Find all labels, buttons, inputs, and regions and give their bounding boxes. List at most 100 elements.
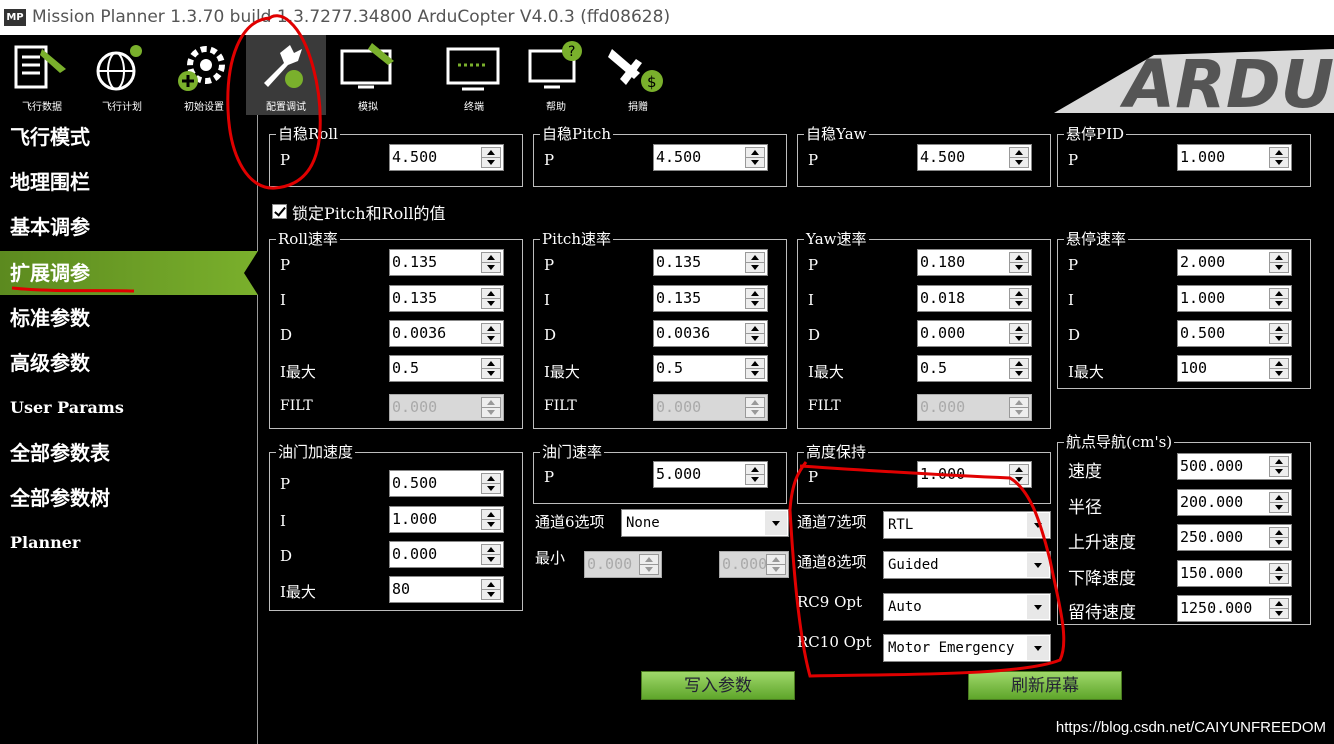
group-title: Yaw速率 xyxy=(804,230,869,248)
throttle-accel-imax-input[interactable]: 80 xyxy=(389,576,504,603)
alt-hold-p-input[interactable]: 1.000 xyxy=(917,461,1032,488)
rate-roll-p-input[interactable]: 0.135 xyxy=(389,249,504,276)
group-title: 悬停速率 xyxy=(1064,230,1129,248)
ch7-option-select[interactable]: RTL xyxy=(883,511,1051,539)
sidebar-item-full-param-tree[interactable]: 全部参数树 xyxy=(0,476,258,520)
rate-loiter-p-input[interactable]: 2.000 xyxy=(1177,249,1292,276)
spin-button[interactable] xyxy=(745,252,765,273)
spin-button[interactable] xyxy=(1009,464,1029,485)
spin-button[interactable] xyxy=(1269,252,1289,273)
spin-button xyxy=(745,397,765,418)
toolbar-initial-setup[interactable]: 初始设置 xyxy=(164,35,244,115)
spin-button[interactable] xyxy=(1269,323,1289,344)
spin-button[interactable] xyxy=(1009,288,1029,309)
sidebar-item-basic-tuning[interactable]: 基本调参 xyxy=(0,205,258,249)
toolbar-simulation[interactable]: 模拟 xyxy=(328,35,408,115)
spin-button[interactable] xyxy=(481,579,501,600)
toolbar-help[interactable]: ? 帮助 xyxy=(516,35,596,115)
field-label: I最大 xyxy=(280,363,316,381)
spin-button[interactable] xyxy=(481,544,501,565)
rate-roll-d-input[interactable]: 0.0036 xyxy=(389,320,504,347)
rc9-option-select[interactable]: Auto xyxy=(883,593,1051,621)
rc10-option-select[interactable]: Motor Emergency xyxy=(883,634,1051,662)
rate-loiter-imax-input[interactable]: 100 xyxy=(1177,355,1292,382)
wpnav-speed-down-input[interactable]: 150.000 xyxy=(1177,560,1292,587)
wpnav-loiter-speed-input[interactable]: 1250.000 xyxy=(1177,595,1292,622)
spin-button[interactable] xyxy=(1009,147,1029,168)
sidebar-item-flight-modes[interactable]: 飞行模式 xyxy=(0,115,258,159)
wpnav-speed-up-input[interactable]: 250.000 xyxy=(1177,524,1292,551)
spin-button[interactable] xyxy=(481,147,501,168)
sidebar-item-advanced-params[interactable]: 高级参数 xyxy=(0,341,258,385)
spin-button[interactable] xyxy=(1269,147,1289,168)
ch6-option-select[interactable]: None xyxy=(621,509,789,537)
lock-pitch-roll-checkbox[interactable] xyxy=(272,204,287,219)
rate-pitch-p-input[interactable]: 0.135 xyxy=(653,249,768,276)
wpnav-speed-input[interactable]: 500.000 xyxy=(1177,453,1292,480)
stab-roll-p-input[interactable]: 4.500 xyxy=(389,144,504,171)
svg-text:ARDU: ARDU xyxy=(1119,46,1334,115)
spin-button[interactable] xyxy=(745,358,765,379)
spin-button[interactable] xyxy=(1009,323,1029,344)
sidebar-item-full-param-list[interactable]: 全部参数表 xyxy=(0,431,258,475)
sidebar-item-extended-tuning[interactable]: 扩展调参 xyxy=(0,251,258,295)
stab-yaw-p-input[interactable]: 4.500 xyxy=(917,144,1032,171)
wpnav-radius-input[interactable]: 200.000 xyxy=(1177,489,1292,516)
spin-button[interactable] xyxy=(481,288,501,309)
write-params-button[interactable]: 写入参数 xyxy=(641,671,795,700)
spin-button[interactable] xyxy=(481,252,501,273)
toolbar-flight-plan[interactable]: 飞行计划 xyxy=(82,35,162,115)
sidebar-item-geofence[interactable]: 地理围栏 xyxy=(0,160,258,204)
spin-button[interactable] xyxy=(745,288,765,309)
toolbar-terminal[interactable]: 终端 xyxy=(434,35,514,115)
spin-button[interactable] xyxy=(1269,563,1289,584)
spin-button[interactable] xyxy=(481,509,501,530)
toolbar-label: 模拟 xyxy=(358,102,378,113)
spin-button[interactable] xyxy=(1269,527,1289,548)
toolbar-config-tuning[interactable]: 配置调试 xyxy=(246,35,326,115)
spin-button[interactable] xyxy=(1009,252,1029,273)
spin-button[interactable] xyxy=(1009,358,1029,379)
rate-yaw-d-input[interactable]: 0.000 xyxy=(917,320,1032,347)
spin-button xyxy=(481,397,501,418)
spin-button[interactable] xyxy=(1269,492,1289,513)
spin-button[interactable] xyxy=(481,358,501,379)
spin-button[interactable] xyxy=(745,147,765,168)
rate-pitch-d-input[interactable]: 0.0036 xyxy=(653,320,768,347)
spin-button[interactable] xyxy=(1269,598,1289,619)
spin-button[interactable] xyxy=(1269,288,1289,309)
rate-pitch-imax-input[interactable]: 0.5 xyxy=(653,355,768,382)
toolbar-flight-data[interactable]: 飞行数据 xyxy=(2,35,82,115)
rate-roll-i-input[interactable]: 0.135 xyxy=(389,285,504,312)
throttle-accel-i-input[interactable]: 1.000 xyxy=(389,506,504,533)
spin-button[interactable] xyxy=(481,323,501,344)
rate-yaw-imax-input[interactable]: 0.5 xyxy=(917,355,1032,382)
spin-button[interactable] xyxy=(1269,358,1289,379)
rate-roll-imax-input[interactable]: 0.5 xyxy=(389,355,504,382)
throttle-accel-d-input[interactable]: 0.000 xyxy=(389,541,504,568)
loiter-pid-p-input[interactable]: 1.000 xyxy=(1177,144,1292,171)
refresh-screen-button[interactable]: 刷新屏幕 xyxy=(968,671,1122,700)
throttle-accel-p-input[interactable]: 0.500 xyxy=(389,470,504,497)
field-label: P xyxy=(544,151,555,169)
rate-yaw-p-input[interactable]: 0.180 xyxy=(917,249,1032,276)
toolbar-donate[interactable]: $ 捐赠 xyxy=(598,35,678,115)
toolbar-label: 帮助 xyxy=(546,102,566,113)
rate-pitch-i-input[interactable]: 0.135 xyxy=(653,285,768,312)
throttle-rate-group: 油门速率 P 5.000 xyxy=(533,443,787,504)
rate-loiter-i-input[interactable]: 1.000 xyxy=(1177,285,1292,312)
spin-button[interactable] xyxy=(481,473,501,494)
field-label: I xyxy=(280,291,286,309)
spin-button[interactable] xyxy=(745,323,765,344)
sidebar-item-user-params[interactable]: User Params xyxy=(0,386,258,430)
sidebar-item-standard-params[interactable]: 标准参数 xyxy=(0,296,258,340)
spin-button[interactable] xyxy=(745,464,765,485)
rate-loiter-d-input[interactable]: 0.500 xyxy=(1177,320,1292,347)
rate-yaw-i-input[interactable]: 0.018 xyxy=(917,285,1032,312)
ch8-option-select[interactable]: Guided xyxy=(883,551,1051,579)
sidebar-item-planner[interactable]: Planner xyxy=(0,521,258,565)
spin-button[interactable] xyxy=(1269,456,1289,477)
throttle-rate-p-input[interactable]: 5.000 xyxy=(653,461,768,488)
stab-pitch-p-input[interactable]: 4.500 xyxy=(653,144,768,171)
spin-button xyxy=(639,554,659,575)
